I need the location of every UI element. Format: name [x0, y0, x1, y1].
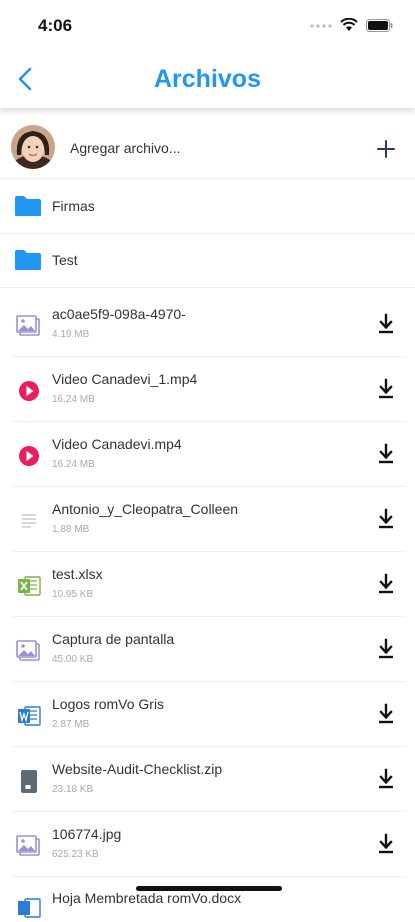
- folder-row[interactable]: Test: [0, 233, 415, 288]
- status-time: 4:06: [38, 16, 73, 35]
- download-icon[interactable]: [376, 312, 396, 336]
- file-row[interactable]: Captura de pantalla 45.00 KB: [13, 617, 406, 682]
- file-name: Video Canadevi.mp4: [52, 436, 182, 452]
- file-name: ac0ae5f9-098a-4970-: [52, 306, 186, 322]
- file-size: 23.18 KB: [52, 784, 94, 795]
- download-icon[interactable]: [376, 572, 396, 596]
- download-icon[interactable]: [376, 637, 396, 661]
- excel-icon: [18, 576, 41, 596]
- file-name: Hoja Membretada romVo.docx: [52, 890, 242, 906]
- navigation-bar: Archivos: [0, 50, 415, 108]
- image-icon: [16, 315, 40, 336]
- file-name: 106774.jpg: [52, 826, 122, 842]
- file-name: Video Canadevi_1.mp4: [52, 371, 198, 387]
- file-size: 16.24 MB: [52, 459, 95, 470]
- file-row[interactable]: Logos romVo Gris 2.87 MB: [13, 682, 406, 747]
- file-name: Logos romVo Gris: [52, 696, 165, 712]
- file-name: Antonio_y_Cleopatra_Colleen: [52, 501, 239, 517]
- file-size: 1.88 MB: [52, 524, 90, 535]
- download-icon[interactable]: [376, 442, 396, 466]
- file-row[interactable]: Website-Audit-Checklist.zip 23.18 KB: [13, 747, 406, 812]
- file-row[interactable]: 106774.jpg 625.23 KB: [13, 812, 406, 877]
- file-row[interactable]: test.xlsx 10.95 KB: [13, 552, 406, 617]
- file-size: 16.24 MB: [52, 394, 95, 405]
- battery-icon: [366, 18, 393, 32]
- file-name: test.xlsx: [52, 566, 103, 582]
- file-row[interactable]: Video Canadevi.mp4 16.24 MB: [13, 422, 406, 487]
- wifi-icon: [340, 18, 358, 31]
- file-name: Website-Audit-Checklist.zip: [52, 761, 223, 777]
- file-row[interactable]: Hoja Membretada romVo.docx: [13, 880, 406, 918]
- download-icon[interactable]: [376, 507, 396, 531]
- download-icon[interactable]: [376, 767, 396, 791]
- file-size: 4.19 MB: [52, 329, 90, 340]
- file-name: Captura de pantalla: [52, 631, 175, 647]
- folder-icon: [15, 250, 41, 270]
- document-icon: [22, 514, 36, 528]
- signal-icon: [310, 24, 332, 28]
- file-row[interactable]: ac0ae5f9-098a-4970- 4.19 MB: [13, 292, 406, 357]
- file-size: 2.87 MB: [52, 719, 90, 730]
- video-icon: [19, 446, 39, 466]
- avatar: [11, 125, 55, 169]
- image-icon: [16, 835, 40, 856]
- folder-icon: [15, 196, 41, 216]
- file-size: 625.23 KB: [52, 849, 99, 860]
- video-icon: [19, 381, 39, 401]
- download-icon[interactable]: [376, 832, 396, 856]
- folder-name: Test: [52, 252, 78, 268]
- zip-icon: [21, 770, 37, 793]
- add-icon[interactable]: [375, 138, 397, 160]
- home-indicator[interactable]: [136, 886, 282, 891]
- word-icon: [18, 898, 41, 918]
- file-size: 10.95 KB: [52, 589, 94, 600]
- folder-name: Firmas: [52, 198, 95, 214]
- image-icon: [16, 640, 40, 661]
- status-indicators: [310, 18, 393, 32]
- file-row[interactable]: Antonio_y_Cleopatra_Colleen 1.88 MB: [13, 487, 406, 552]
- status-bar: 4:06: [0, 0, 415, 50]
- add-file-row[interactable]: Agregar archivo...: [0, 110, 415, 179]
- download-icon[interactable]: [376, 377, 396, 401]
- download-icon[interactable]: [376, 702, 396, 726]
- add-file-label: Agregar archivo...: [70, 140, 181, 156]
- page-title: Archivos: [154, 65, 261, 93]
- file-row[interactable]: Video Canadevi_1.mp4 16.24 MB: [13, 357, 406, 422]
- word-icon: [18, 706, 41, 726]
- file-size: 45.00 KB: [52, 654, 94, 665]
- folder-row[interactable]: Firmas: [0, 179, 415, 234]
